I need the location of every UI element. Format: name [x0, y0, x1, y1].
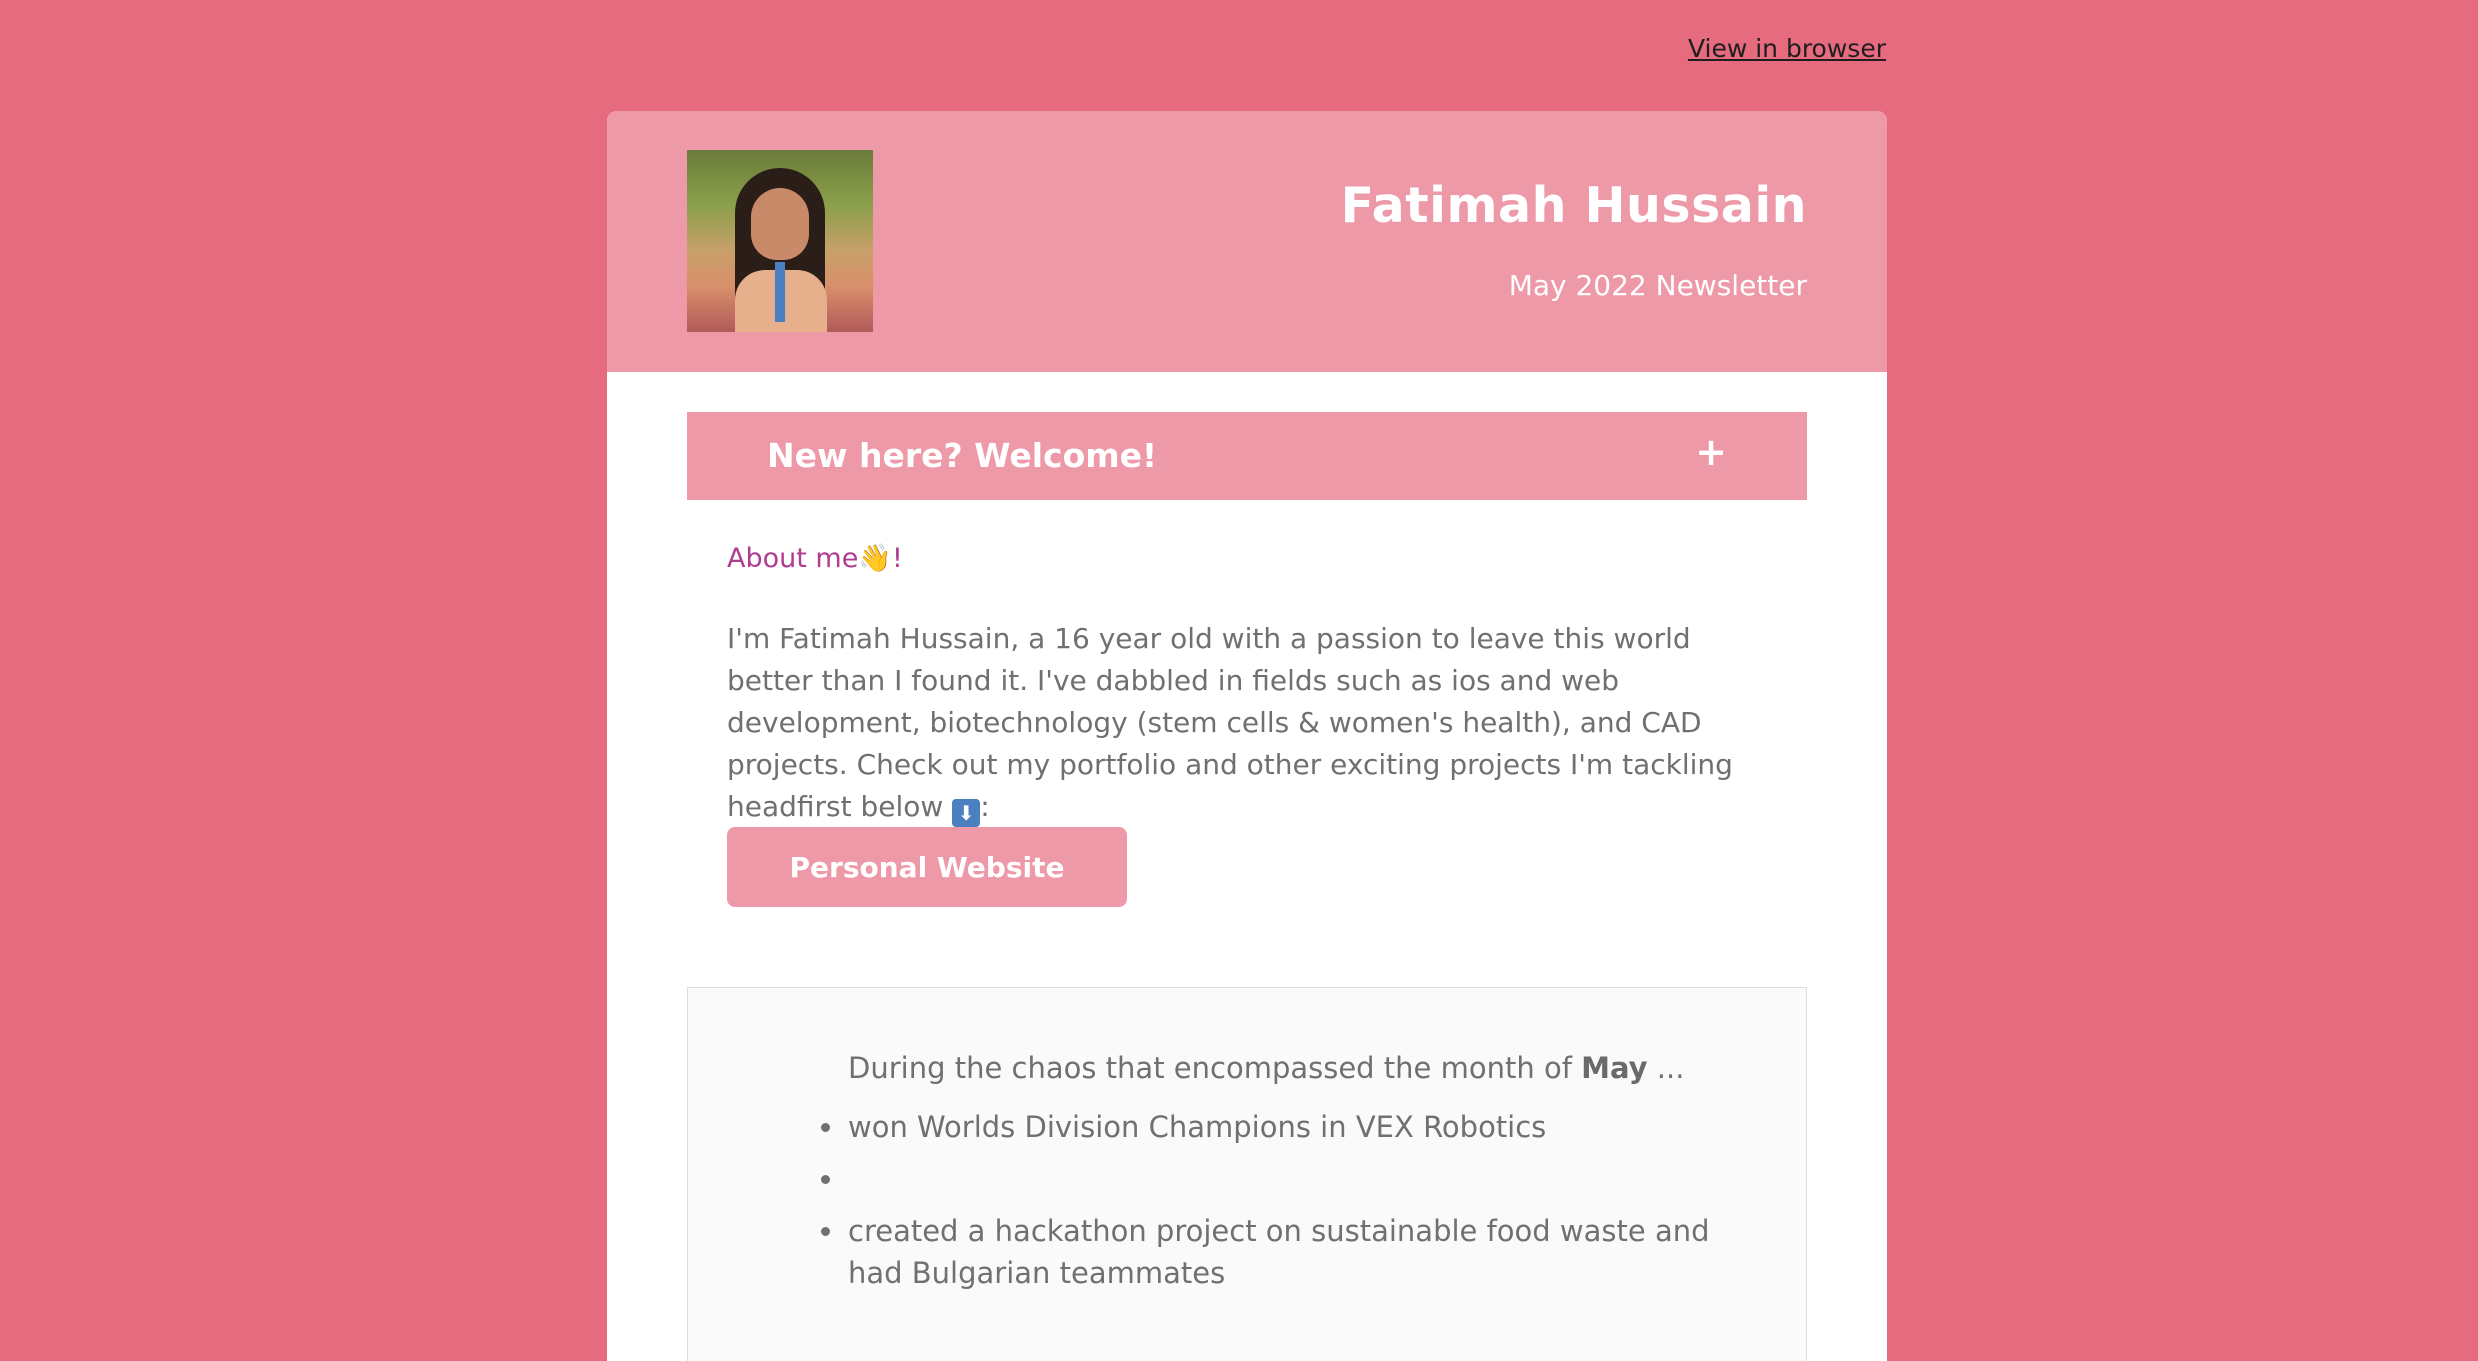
- bio-text: I'm Fatimah Hussain, a 16 year old with …: [727, 622, 1733, 823]
- monthly-highlights-panel: During the chaos that encompassed the mo…: [687, 987, 1807, 1361]
- highlights-list: won Worlds Division Champions in VEX Rob…: [821, 1106, 1728, 1304]
- newsletter-header: Fatimah Hussain May 2022 Newsletter: [607, 111, 1887, 372]
- plus-icon[interactable]: +: [1695, 430, 1727, 474]
- photo-face: [751, 188, 809, 260]
- accordion-title: New here? Welcome!: [767, 436, 1158, 475]
- personal-website-button[interactable]: Personal Website: [727, 827, 1127, 907]
- intro-month: May: [1581, 1051, 1648, 1085]
- down-arrow-icon: ⬇: [952, 799, 981, 827]
- bio-paragraph: I'm Fatimah Hussain, a 16 year old with …: [727, 618, 1777, 828]
- intro-text: During the chaos that encompassed the mo…: [848, 1051, 1582, 1085]
- profile-photo: [687, 150, 873, 332]
- newsletter-card: Fatimah Hussain May 2022 Newsletter New …: [607, 111, 1887, 1361]
- list-item: created a hackathon project on sustainab…: [821, 1210, 1728, 1294]
- list-item: won Worlds Division Champions in VEX Rob…: [821, 1106, 1728, 1148]
- about-heading: About me👋!: [727, 543, 903, 574]
- intro-ellipsis: ...: [1647, 1051, 1685, 1085]
- highlights-intro: During the chaos that encompassed the mo…: [848, 1051, 1684, 1085]
- welcome-accordion[interactable]: New here? Welcome! +: [687, 412, 1807, 500]
- list-item: [821, 1158, 1728, 1200]
- photo-strap: [775, 262, 785, 322]
- bio-end: :: [980, 790, 990, 823]
- newsletter-subtitle: May 2022 Newsletter: [1508, 269, 1807, 302]
- newsletter-author-name: Fatimah Hussain: [1340, 177, 1807, 234]
- view-in-browser-link[interactable]: View in browser: [1688, 34, 1886, 63]
